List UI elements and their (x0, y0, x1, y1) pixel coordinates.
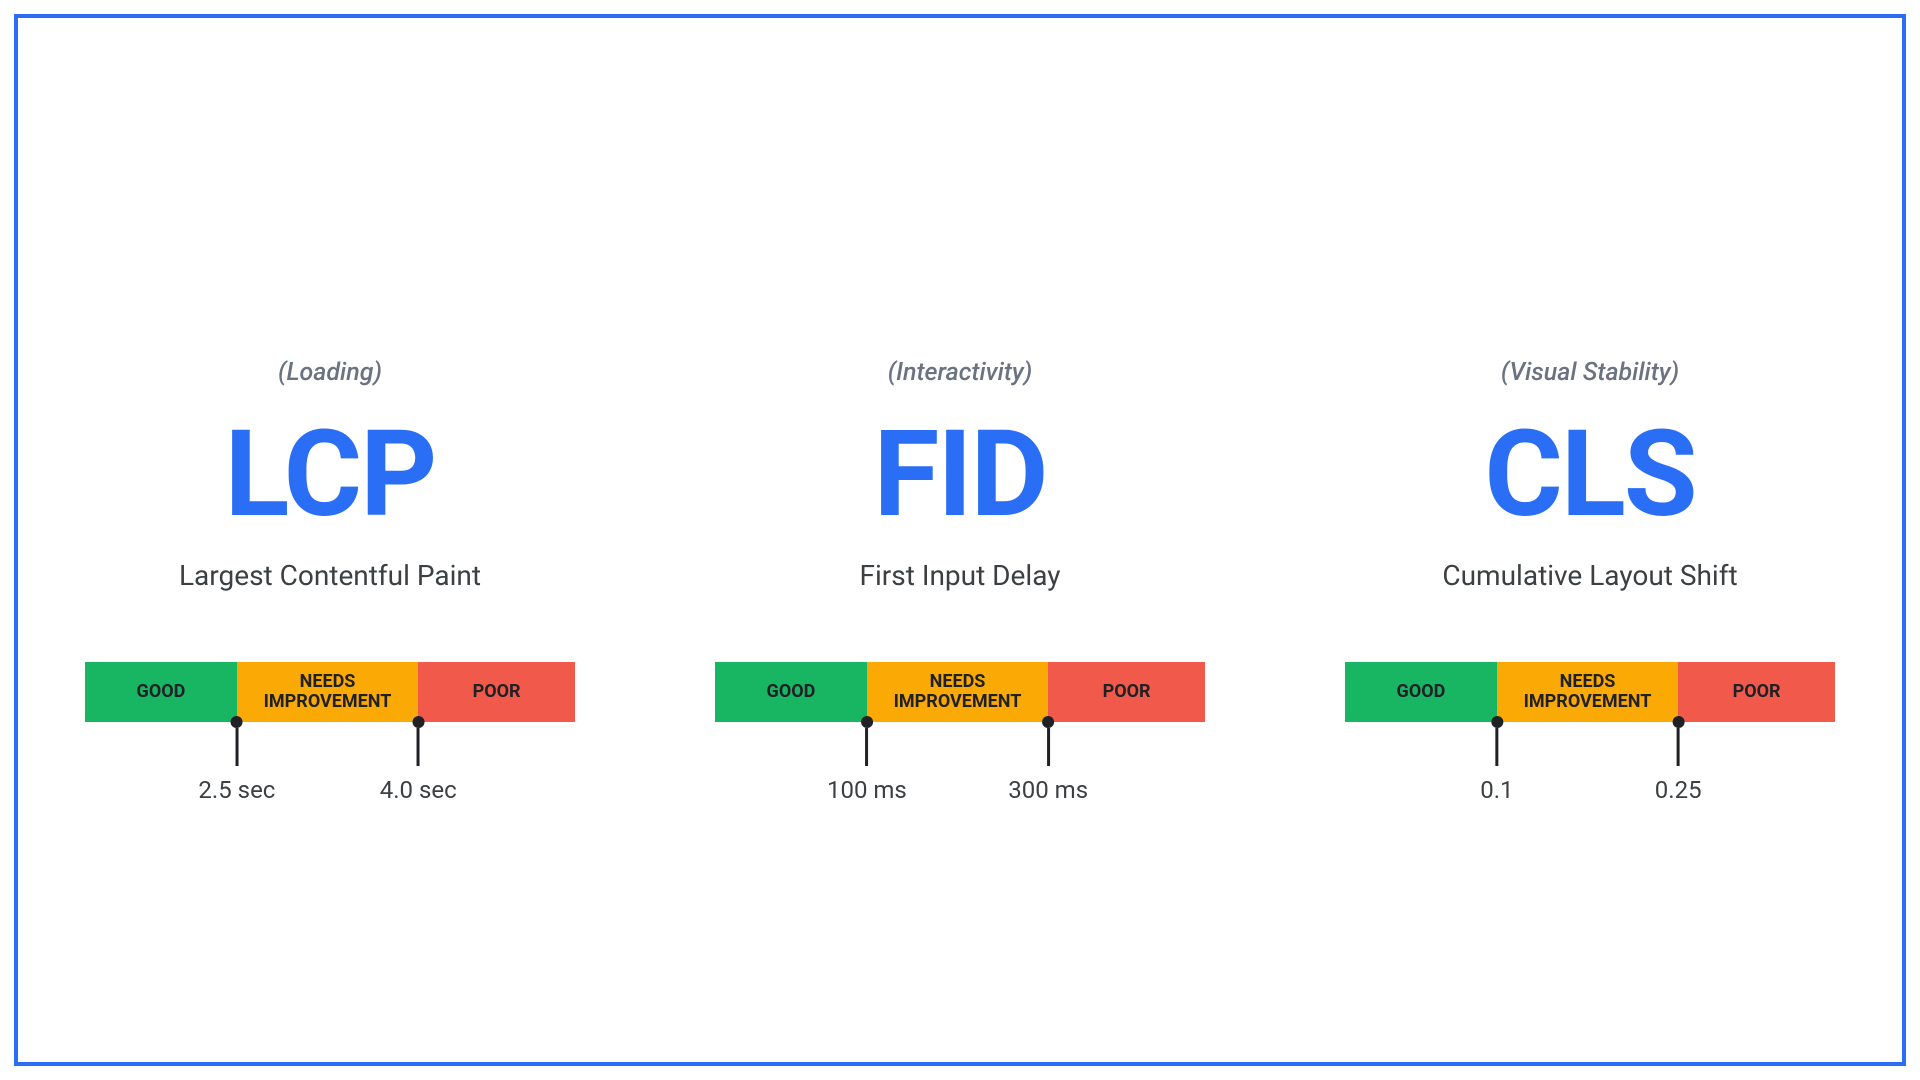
threshold-value: 300 ms (1008, 776, 1088, 804)
marker-dot-icon (412, 716, 424, 728)
metric-card-lcp: (Loading) LCP Largest Contentful Paint G… (85, 358, 575, 722)
metric-full-name: Cumulative Layout Shift (1442, 559, 1737, 592)
marker-stem-icon (1495, 728, 1498, 766)
marker-stem-icon (865, 728, 868, 766)
threshold-bar: GOOD NEEDS IMPROVEMENT POOR 2.5 sec 4.0 … (85, 662, 575, 722)
marker-dot-icon (1491, 716, 1503, 728)
marker-dot-icon (1042, 716, 1054, 728)
threshold-marker-1: 0.1 (1480, 722, 1513, 804)
marker-stem-icon (1047, 728, 1050, 766)
metric-full-name: First Input Delay (860, 559, 1061, 592)
segment-needs-improvement: NEEDS IMPROVEMENT (1497, 662, 1678, 722)
metric-full-name: Largest Contentful Paint (179, 559, 481, 592)
metric-abbrev: FID (874, 415, 1047, 535)
threshold-bar: GOOD NEEDS IMPROVEMENT POOR 100 ms 300 m… (715, 662, 1205, 722)
marker-dot-icon (1672, 716, 1684, 728)
marker-dot-icon (861, 716, 873, 728)
category-label: (Interactivity) (888, 358, 1033, 387)
category-label: (Visual Stability) (1501, 358, 1679, 387)
segment-needs-improvement: NEEDS IMPROVEMENT (867, 662, 1048, 722)
threshold-value: 100 ms (827, 776, 907, 804)
threshold-marker-1: 2.5 sec (198, 722, 275, 804)
segment-good: GOOD (715, 662, 867, 722)
segment-poor: POOR (1678, 662, 1835, 722)
metrics-row: (Loading) LCP Largest Contentful Paint G… (18, 358, 1902, 722)
threshold-value: 0.25 (1655, 776, 1702, 804)
threshold-marker-2: 300 ms (1008, 722, 1088, 804)
threshold-bar: GOOD NEEDS IMPROVEMENT POOR 0.1 0.25 (1345, 662, 1835, 722)
metric-abbrev: CLS (1484, 415, 1695, 535)
threshold-marker-1: 100 ms (827, 722, 907, 804)
marker-dot-icon (231, 716, 243, 728)
segment-poor: POOR (418, 662, 575, 722)
threshold-value: 0.1 (1480, 776, 1513, 804)
threshold-value: 2.5 sec (198, 776, 275, 804)
marker-stem-icon (1677, 728, 1680, 766)
metric-card-fid: (Interactivity) FID First Input Delay GO… (715, 358, 1205, 722)
diagram-frame: (Loading) LCP Largest Contentful Paint G… (14, 14, 1906, 1066)
threshold-value: 4.0 sec (380, 776, 457, 804)
segment-needs-improvement: NEEDS IMPROVEMENT (237, 662, 418, 722)
metric-card-cls: (Visual Stability) CLS Cumulative Layout… (1345, 358, 1835, 722)
category-label: (Loading) (278, 358, 382, 387)
segment-good: GOOD (1345, 662, 1497, 722)
segment-good: GOOD (85, 662, 237, 722)
threshold-marker-2: 4.0 sec (380, 722, 457, 804)
segment-poor: POOR (1048, 662, 1205, 722)
marker-stem-icon (235, 728, 238, 766)
metric-abbrev: LCP (224, 415, 435, 535)
marker-stem-icon (417, 728, 420, 766)
threshold-marker-2: 0.25 (1655, 722, 1702, 804)
